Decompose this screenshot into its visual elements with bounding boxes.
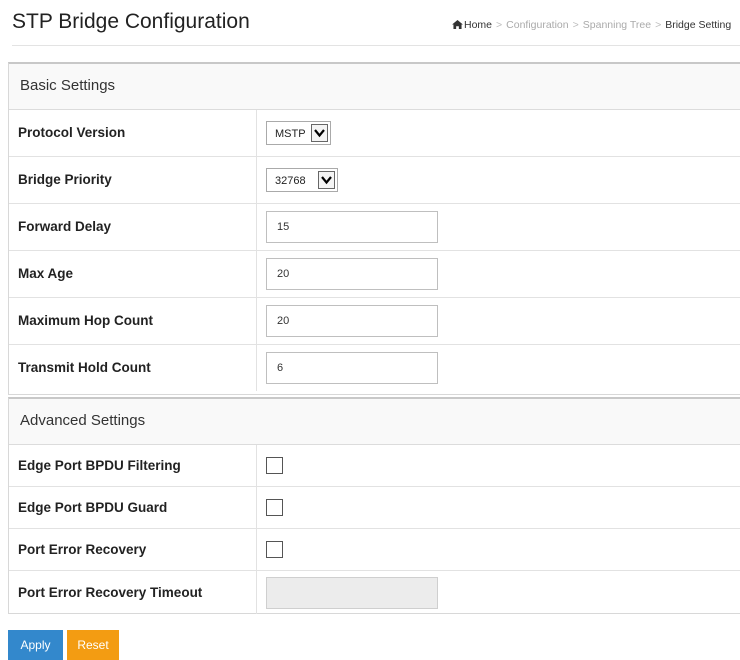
bpdu-filtering-checkbox[interactable]	[266, 457, 283, 474]
reset-button[interactable]: Reset	[67, 630, 119, 660]
max-hop-count-row: Maximum Hop Count 20	[9, 298, 740, 345]
page-header: STP Bridge Configuration Home > Configurat…	[0, 0, 740, 46]
header-divider	[12, 45, 740, 46]
breadcrumb-configuration[interactable]: Configuration	[506, 19, 568, 31]
protocol-version-label: Protocol Version	[9, 110, 257, 156]
error-recovery-label: Port Error Recovery	[9, 529, 257, 570]
error-recovery-checkbox[interactable]	[266, 541, 283, 558]
error-recovery-timeout-label: Port Error Recovery Timeout	[9, 571, 257, 614]
bridge-priority-select[interactable]: 32768	[266, 168, 338, 192]
max-age-row: Max Age 20	[9, 251, 740, 298]
bpdu-filtering-label: Edge Port BPDU Filtering	[9, 445, 257, 486]
breadcrumb-current: Bridge Setting	[665, 19, 732, 31]
transmit-hold-count-input[interactable]: 6	[266, 352, 438, 384]
error-recovery-timeout-row: Port Error Recovery Timeout	[9, 571, 740, 614]
breadcrumb-spanning-tree[interactable]: Spanning Tree	[583, 19, 651, 31]
max-age-label: Max Age	[9, 251, 257, 297]
protocol-version-row: Protocol Version MSTP	[9, 110, 740, 157]
page-title: STP Bridge Configuration	[12, 10, 250, 33]
bpdu-guard-checkbox[interactable]	[266, 499, 283, 516]
home-icon	[452, 20, 463, 29]
forward-delay-row: Forward Delay 15	[9, 204, 740, 251]
forward-delay-label: Forward Delay	[9, 204, 257, 250]
breadcrumb: Home > Configuration > Spanning Tree > Bridge …	[452, 19, 731, 31]
error-recovery-timeout-input[interactable]	[266, 577, 438, 609]
basic-settings-title: Basic Settings	[9, 64, 740, 110]
chevron-down-icon	[318, 171, 335, 189]
error-recovery-row: Port Error Recovery	[9, 529, 740, 571]
breadcrumb-home[interactable]: Home	[452, 19, 492, 31]
transmit-hold-count-row: Transmit Hold Count 6	[9, 345, 740, 391]
breadcrumb-separator: >	[572, 19, 579, 31]
forward-delay-input[interactable]: 15	[266, 211, 438, 243]
breadcrumb-separator: >	[655, 19, 662, 31]
bpdu-guard-label: Edge Port BPDU Guard	[9, 487, 257, 528]
bpdu-filtering-row: Edge Port BPDU Filtering	[9, 445, 740, 487]
transmit-hold-count-label: Transmit Hold Count	[9, 345, 257, 391]
chevron-down-icon	[311, 124, 328, 142]
bridge-priority-label: Bridge Priority	[9, 157, 257, 203]
advanced-settings-title: Advanced Settings	[9, 399, 740, 445]
advanced-settings-panel: Advanced Settings Edge Port BPDU Filteri…	[8, 397, 740, 614]
bridge-priority-row: Bridge Priority 32768	[9, 157, 740, 204]
max-hop-count-input[interactable]: 20	[266, 305, 438, 337]
protocol-version-select[interactable]: MSTP	[266, 121, 331, 145]
basic-settings-panel: Basic Settings Protocol Version MSTP Bri…	[8, 62, 740, 395]
bpdu-guard-row: Edge Port BPDU Guard	[9, 487, 740, 529]
max-hop-count-label: Maximum Hop Count	[9, 298, 257, 344]
breadcrumb-separator: >	[496, 19, 503, 31]
apply-button[interactable]: Apply	[8, 630, 63, 660]
max-age-input[interactable]: 20	[266, 258, 438, 290]
